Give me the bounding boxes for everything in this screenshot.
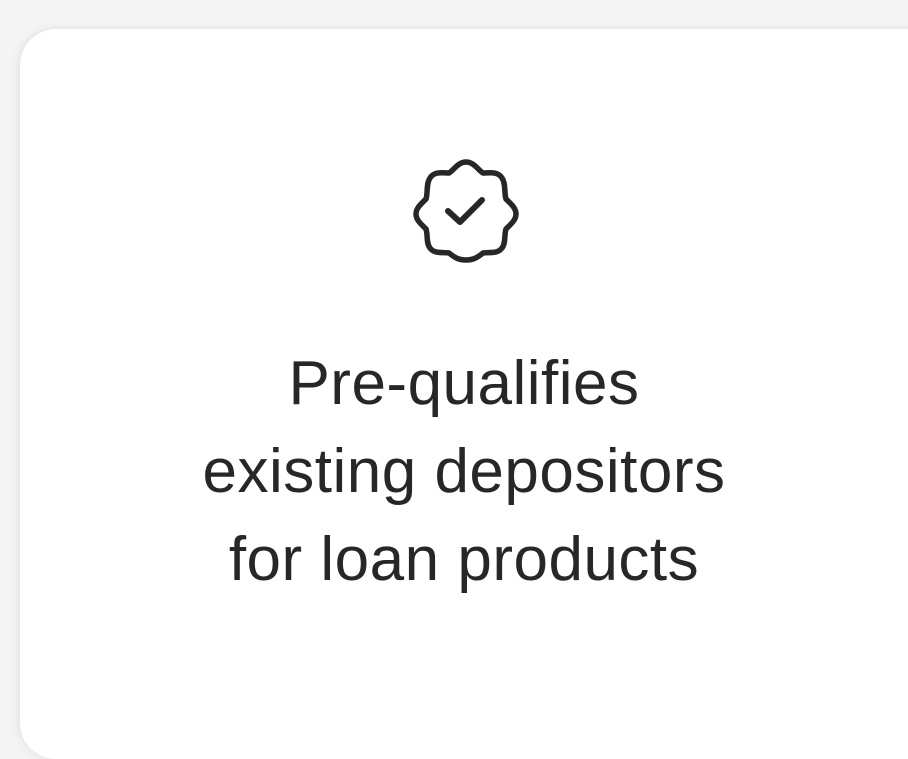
verified-badge-icon <box>410 154 522 266</box>
feature-title-line-2: existing depositors <box>202 437 726 506</box>
feature-title: Pre-qualifies existing depositors for lo… <box>124 340 804 604</box>
feature-title-line-1: Pre-qualifies <box>288 349 640 418</box>
feature-title-line-3: for loan products <box>228 525 700 594</box>
